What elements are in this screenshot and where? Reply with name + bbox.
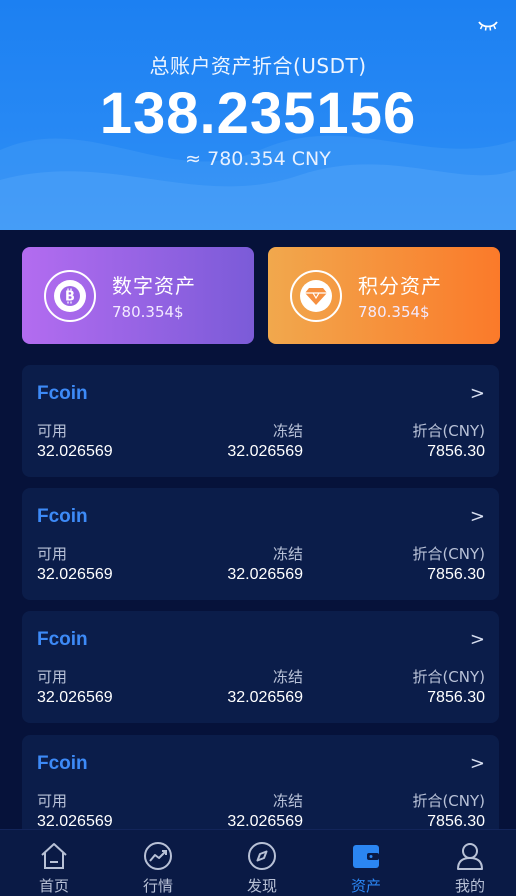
coin-card[interactable]: Fcoin > 可用 32.026569 冻结 32.026569 折合(CNY… — [22, 488, 499, 600]
asset-summary-header: 总账户资产折合(USDT) 138.235156 ≈ 780.354 CNY — [0, 0, 516, 230]
svg-text:B: B — [65, 289, 75, 304]
coin-card[interactable]: Fcoin > 可用 32.026569 冻结 32.026569 折合(CNY… — [22, 365, 499, 477]
home-icon — [41, 843, 67, 869]
available-value: 32.026569 — [37, 443, 113, 460]
available-label: 可用 — [37, 545, 68, 563]
coin-name: Fcoin — [37, 383, 88, 404]
bottom-tab-bar: 首页 行情 发现 资产 我的 — [0, 829, 516, 896]
available-value: 32.026569 — [37, 689, 113, 706]
digital-assets-title: 数字资产 — [112, 274, 196, 298]
digital-assets-card[interactable]: B 数字资产 780.354$ — [22, 247, 254, 344]
frozen-label: 冻结 — [272, 668, 303, 686]
tab-home-label: 首页 — [38, 877, 69, 895]
chevron-right-icon[interactable]: > — [470, 629, 485, 650]
chevron-right-icon[interactable]: > — [470, 506, 485, 527]
eye-closed-icon[interactable] — [478, 20, 498, 32]
chevron-right-icon[interactable]: > — [470, 383, 485, 404]
cny-value: 7856.30 — [427, 689, 485, 706]
tab-home[interactable]: 首页 — [14, 830, 94, 896]
points-assets-value: 780.354$ — [358, 303, 430, 321]
bitcoin-icon: B — [44, 269, 96, 322]
points-assets-card[interactable]: 积分资产 780.354$ — [268, 247, 500, 344]
cny-value-label: 折合(CNY) — [412, 422, 485, 440]
frozen-value: 32.026569 — [227, 689, 303, 706]
cny-value: 7856.30 — [427, 566, 485, 583]
points-assets-title: 积分资产 — [358, 274, 442, 298]
available-value: 32.026569 — [37, 566, 113, 583]
tab-market[interactable]: 行情 — [118, 830, 198, 896]
coin-name: Fcoin — [37, 629, 88, 650]
frozen-value: 32.026569 — [227, 566, 303, 583]
cny-value: 7856.30 — [427, 443, 485, 460]
wallet-icon — [353, 845, 379, 868]
available-label: 可用 — [37, 668, 68, 686]
cny-value-label: 折合(CNY) — [412, 545, 485, 563]
total-assets-amount: 138.235156 — [99, 81, 417, 146]
coin-card[interactable]: Fcoin > 可用 32.026569 冻结 32.026569 折合(CNY… — [22, 611, 499, 723]
coin-name: Fcoin — [37, 753, 88, 774]
compass-icon — [248, 842, 276, 870]
frozen-label: 冻结 — [272, 792, 303, 810]
tab-discover[interactable]: 发现 — [222, 830, 302, 896]
frozen-label: 冻结 — [272, 422, 303, 440]
tab-profile[interactable]: 我的 — [430, 830, 510, 896]
chevron-right-icon[interactable]: > — [470, 753, 485, 774]
coin-name: Fcoin — [37, 506, 88, 527]
cny-value-label: 折合(CNY) — [412, 668, 485, 686]
tab-market-label: 行情 — [142, 877, 173, 895]
digital-assets-value: 780.354$ — [112, 303, 184, 321]
tab-profile-label: 我的 — [454, 877, 485, 895]
user-icon — [457, 843, 483, 870]
total-assets-title: 总账户资产折合(USDT) — [149, 54, 367, 78]
total-assets-cny: ≈ 780.354 CNY — [185, 148, 331, 170]
diamond-icon — [290, 269, 342, 322]
tab-discover-label: 发现 — [246, 877, 277, 895]
cny-value-label: 折合(CNY) — [412, 792, 485, 810]
tab-assets-label: 资产 — [350, 877, 381, 895]
frozen-value: 32.026569 — [227, 443, 303, 460]
tab-assets[interactable]: 资产 — [326, 830, 406, 896]
trend-icon — [144, 842, 172, 870]
available-label: 可用 — [37, 422, 68, 440]
available-label: 可用 — [37, 792, 68, 810]
frozen-label: 冻结 — [272, 545, 303, 563]
